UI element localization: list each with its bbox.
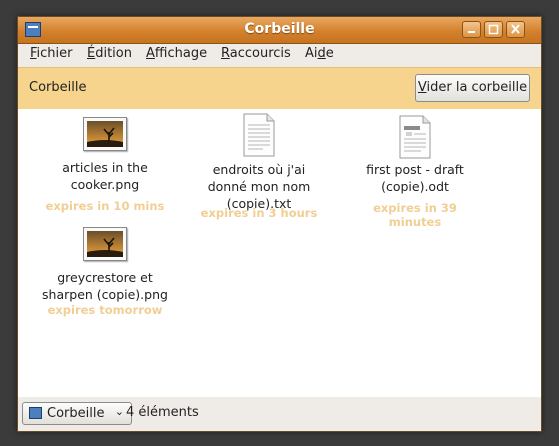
file-item[interactable]: greycrestore et sharpen (copie).png expi… — [35, 227, 175, 317]
file-name-line: greycrestore et — [57, 270, 153, 285]
menu-edition[interactable]: Édition — [87, 46, 132, 61]
item-count: 4 éléments — [126, 405, 199, 420]
minimize-icon — [468, 31, 475, 33]
expiry-label: expires tomorrow — [47, 303, 163, 317]
image-file-icon — [83, 117, 127, 151]
maximize-button[interactable] — [484, 21, 503, 38]
expiry-label: expires in 10 mins — [45, 199, 165, 213]
file-name-line: donné mon nom — [207, 179, 311, 194]
file-name-line: first post - draft — [366, 162, 464, 177]
file-item[interactable]: endroits où j'ai donné mon nom (copie).t… — [189, 113, 329, 220]
trash-window: Corbeille Fichier Édition Affichage Racc… — [17, 16, 542, 432]
file-name-line: (copie).odt — [381, 179, 449, 194]
title-bar[interactable]: Corbeille — [18, 17, 541, 44]
chevron-down-icon: ⌄ — [114, 405, 124, 418]
file-name-line: sharpen (copie).png — [42, 287, 168, 302]
trash-icon — [29, 407, 42, 419]
menu-affichage[interactable]: Affichage — [146, 46, 207, 61]
menu-bar: Fichier Édition Affichage Raccourcis Aid… — [18, 44, 541, 66]
minimize-button[interactable] — [462, 21, 481, 38]
menu-raccourcis[interactable]: Raccourcis — [221, 46, 291, 61]
close-icon — [511, 24, 520, 34]
location-bar: Corbeille Vider la corbeille — [18, 67, 541, 110]
document-file-icon — [399, 115, 431, 159]
file-view[interactable]: articles in the cooker.png expires in 10… — [18, 109, 541, 397]
file-name-line: cooker.png — [70, 177, 140, 192]
side-pane-label: Corbeille — [47, 406, 105, 421]
maximize-icon — [488, 24, 499, 35]
menu-fichier[interactable]: Fichier — [30, 46, 73, 61]
side-pane-selector[interactable]: Corbeille ⌄ — [22, 402, 132, 425]
location-label: Corbeille — [29, 80, 87, 95]
expiry-label: expires in 39 minutes — [373, 201, 457, 229]
close-button[interactable] — [506, 21, 525, 38]
text-file-icon — [243, 113, 275, 157]
image-file-icon — [83, 227, 127, 261]
empty-trash-button[interactable]: Vider la corbeille — [415, 74, 530, 102]
file-name-line: articles in the — [62, 160, 148, 175]
file-item[interactable]: articles in the cooker.png expires in 10… — [35, 117, 175, 213]
status-bar: Corbeille ⌄ 4 éléments — [18, 398, 541, 431]
file-item[interactable]: first post - draft (copie).odt expires i… — [345, 115, 485, 229]
expiry-label: expires in 3 hours — [200, 206, 318, 220]
menu-aide[interactable]: Aide — [305, 46, 334, 61]
file-name-line: endroits où j'ai — [212, 162, 306, 177]
